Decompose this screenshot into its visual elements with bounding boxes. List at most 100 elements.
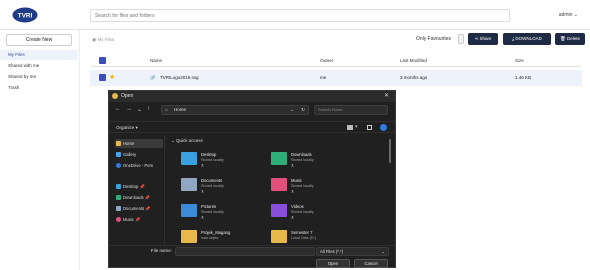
sidebar: Create New My Files Shared with me Share… (0, 30, 80, 270)
pin-icon: ⊼ (201, 164, 204, 168)
quick-access-header[interactable]: ⌄ Quick access (171, 138, 203, 144)
view-icon[interactable] (347, 125, 353, 130)
nav-item-music[interactable]: Music 📌 (115, 215, 163, 224)
folder-desktop[interactable]: Desktop Stored locally ⊼ (181, 150, 271, 172)
folder-location: Stored locally (291, 210, 314, 214)
file-name-input[interactable] (175, 247, 315, 256)
music-icon (116, 217, 121, 222)
nav-item-downloads[interactable]: Downloads 📌 (115, 193, 163, 202)
column-owner[interactable]: Owner (320, 55, 333, 67)
scrollbar[interactable] (389, 139, 391, 163)
help-icon[interactable] (380, 124, 387, 131)
pin-icon: ⊼ (201, 190, 204, 194)
nav-item-label: Documents (123, 206, 145, 211)
folder-location: ivan septo (201, 236, 219, 240)
pin-icon: ⊼ (201, 216, 204, 220)
folder-downloads[interactable]: Downloads Stored locally ⊼ (271, 150, 361, 172)
folder-icon: ▣ (92, 37, 97, 42)
nav-item-label: Desktop (123, 184, 139, 189)
favourites-toggle[interactable] (458, 34, 464, 44)
share-button[interactable]: ⋖ Share (468, 33, 498, 45)
folder-name: Semester 7 (291, 230, 313, 235)
sidebar-item-shared-with-me[interactable]: Shared with me (0, 61, 78, 71)
folder-name: Music (291, 178, 302, 183)
share-label: Share (479, 36, 492, 41)
star-icon[interactable]: ★ (109, 70, 115, 86)
desktop-icon (116, 184, 121, 189)
pin-icon: ⊼ (291, 164, 294, 168)
only-favourites-label: Only Favourites (416, 36, 452, 42)
sidebar-item-shared-by-me[interactable]: Shared by me (0, 72, 78, 82)
recent-chevron-icon[interactable]: ⌄ (137, 106, 142, 113)
folder-pictures[interactable]: Pictures Stored locally ⊼ (181, 202, 271, 224)
folder-location: Stored locally (201, 158, 224, 162)
table-row[interactable]: ★ 🔗 TVRILogo2019.svg me 3 months ago 1.4… (90, 70, 582, 86)
preview-pane-icon[interactable] (367, 125, 372, 130)
forward-icon[interactable]: → (126, 106, 132, 112)
download-label: DOWNLOAD (515, 36, 542, 41)
close-icon[interactable]: ✕ (384, 92, 389, 99)
trash-icon: 🗑 (560, 36, 567, 41)
downloads-folder-icon (271, 152, 287, 165)
file-type-select[interactable]: All Files (*.*) ⌄ (316, 247, 389, 256)
nav-item-gallery[interactable]: Gallery (115, 150, 163, 159)
refresh-icon[interactable]: ↻ (301, 106, 305, 114)
file-modified: 3 months ago (400, 75, 428, 80)
column-name[interactable]: Name (150, 55, 162, 67)
file-list-pane: ⌄ Quick access Desktop Stored locally ⊼ … (167, 135, 389, 245)
address-bar[interactable]: ⌂ Home ⌄ ↻ (161, 105, 309, 115)
breadcrumb: ▣ My Files (92, 37, 114, 43)
address-label: Home (174, 107, 187, 112)
videos-folder-icon (271, 204, 287, 217)
chevron-down-icon: ⌄ (381, 249, 385, 254)
folder-location: Stored locally (201, 184, 224, 188)
folder-documents[interactable]: Documents Stored locally ⊼ (181, 176, 271, 198)
file-size: 1.46 KB (515, 75, 532, 80)
folder-name: Desktop (201, 152, 217, 157)
organize-menu[interactable]: Organize ▾ (116, 125, 138, 131)
nav-item-label: OneDrive - Pers (123, 163, 154, 168)
logo-text: TVRI (18, 13, 33, 20)
folder-name: Downloads (291, 152, 312, 157)
view-chevron-icon[interactable]: ▾ (355, 124, 358, 130)
tvri-logo[interactable]: TVRI (12, 7, 38, 23)
document-icon (116, 206, 121, 211)
download-icon (116, 195, 121, 200)
select-all-checkbox[interactable] (99, 57, 106, 64)
row-checkbox[interactable] (99, 74, 106, 81)
folder-location: Stored locally (291, 184, 314, 188)
sidebar-item-trash[interactable]: Trash (0, 83, 78, 93)
user-menu[interactable]: admin ⌄ (559, 12, 578, 18)
folder-music[interactable]: Music Stored locally ⊼ (271, 176, 361, 198)
dialog-title: Open (121, 93, 134, 99)
dialog-toolbar: Organize ▾ ▾ (109, 121, 395, 133)
nav-item-label: Gallery (123, 152, 137, 157)
breadcrumb-label[interactable]: My Files (98, 37, 115, 42)
create-new-button[interactable]: Create New (6, 34, 72, 46)
nav-item-documents[interactable]: Documents 📌 (115, 204, 163, 213)
back-icon[interactable]: ← (115, 106, 121, 112)
open-button[interactable]: Open (316, 259, 350, 268)
folder-videos[interactable]: Videos Stored locally ⊼ (271, 202, 361, 224)
column-size[interactable]: Size (515, 55, 524, 67)
up-icon[interactable]: ↑ (147, 106, 150, 112)
address-chevron-icon[interactable]: ⌄ (290, 106, 294, 114)
music-folder-icon (271, 178, 287, 191)
nav-item-home[interactable]: Home (115, 139, 163, 148)
sidebar-item-my-files[interactable]: My Files (0, 50, 78, 60)
file-name[interactable]: TVRILogo2019.svg (160, 70, 199, 86)
delete-label: Delete (566, 36, 580, 41)
nav-item-desktop[interactable]: Desktop 📌 (115, 182, 163, 191)
column-last-modified[interactable]: Last Modified (400, 55, 427, 67)
desktop-folder-icon (181, 152, 197, 165)
download-button[interactable]: ⤓ DOWNLOAD (503, 33, 551, 45)
delete-button[interactable]: 🗑 Delete (555, 33, 585, 45)
nav-item-label: Home (123, 141, 135, 146)
file-name-label: File name: (151, 248, 173, 253)
nav-item-onedrive[interactable]: OneDrive - Pers (115, 161, 163, 170)
dialog-nav-bar: ← → ⌄ ↑ ⌂ Home ⌄ ↻ Search Home (109, 103, 395, 117)
dialog-search-input[interactable]: Search Home (314, 105, 388, 115)
home-icon (116, 141, 121, 146)
cancel-button[interactable]: Cancel (354, 259, 388, 268)
search-input[interactable] (90, 9, 510, 22)
